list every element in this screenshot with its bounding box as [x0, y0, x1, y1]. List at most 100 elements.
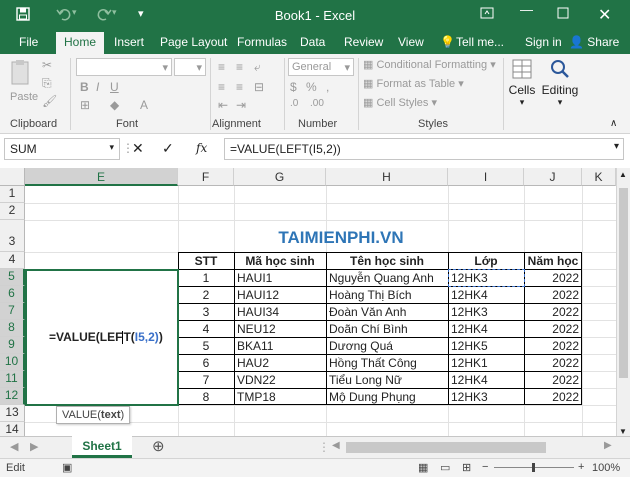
row-header-12[interactable]: 12 [0, 388, 25, 405]
collapse-ribbon-icon[interactable]: ∧ [610, 118, 617, 129]
table-cell[interactable]: 12HK5 [448, 339, 524, 353]
splitter-icon[interactable]: ⋮ [318, 440, 330, 454]
enter-icon[interactable]: ✓ [162, 140, 174, 157]
scroll-left-icon[interactable]: ◀ [10, 440, 18, 453]
row-header-3[interactable]: 3 [0, 220, 25, 252]
decrease-decimal-icon[interactable]: .00 [310, 98, 324, 109]
table-cell[interactable]: 2022 [524, 271, 582, 285]
bold-icon[interactable]: B [80, 80, 89, 94]
table-cell[interactable]: 12HK4 [448, 322, 524, 336]
percent-icon[interactable]: % [306, 80, 317, 94]
table-cell[interactable]: Nguyễn Quang Anh [326, 271, 448, 285]
table-cell[interactable]: 2022 [524, 305, 582, 319]
table-cell[interactable]: 12HK4 [448, 288, 524, 302]
col-header-h[interactable]: H [326, 168, 448, 186]
row-header-11[interactable]: 11 [0, 371, 25, 388]
row-header-6[interactable]: 6 [0, 286, 25, 303]
cell-editing-formula[interactable]: =VALUE(LEFT(I5,2)) [49, 330, 163, 345]
underline-icon[interactable]: U [110, 80, 119, 94]
tab-review[interactable]: Review [344, 35, 383, 49]
cancel-icon[interactable]: ✕ [132, 140, 144, 157]
hscroll-right-icon[interactable]: ▶ [604, 440, 612, 451]
horizontal-scroll-thumb[interactable] [346, 442, 546, 453]
col-header-i[interactable]: I [448, 168, 524, 186]
formula-input[interactable]: =VALUE(LEFT(I5,2)) ▾ [224, 138, 624, 160]
insert-function-icon[interactable]: fx [196, 141, 207, 155]
font-name-dropdown[interactable]: ▾ [76, 58, 172, 76]
table-cell[interactable]: 7 [178, 373, 234, 387]
table-cell[interactable]: NEU12 [234, 322, 326, 336]
table-cell[interactable]: Tiểu Long Nữ [326, 373, 448, 387]
table-cell[interactable]: Đoàn Văn Anh [326, 305, 448, 319]
borders-icon[interactable]: ⊞ [80, 98, 90, 112]
name-box[interactable]: SUM ▾ [4, 138, 120, 160]
align-top-icon[interactable]: ≡ [218, 60, 225, 74]
comma-icon[interactable]: , [326, 80, 329, 94]
row-header-4[interactable]: 4 [0, 252, 25, 269]
table-cell[interactable]: Doãn Chí Bình [326, 322, 448, 336]
tab-formulas[interactable]: Formulas [237, 35, 287, 49]
col-header-k[interactable]: K [582, 168, 616, 186]
table-cell[interactable]: 12HK1 [448, 356, 524, 370]
row-header-9[interactable]: 9 [0, 337, 25, 354]
col-header-e[interactable]: E [25, 168, 178, 186]
page-break-view-icon[interactable]: ⊞ [462, 461, 471, 474]
row-header-5[interactable]: 5 [0, 269, 25, 286]
zoom-slider-thumb[interactable] [532, 463, 535, 472]
indent-icon[interactable]: ⇤ [218, 98, 228, 112]
hscroll-left-icon[interactable]: ◀ [332, 440, 340, 451]
table-cell[interactable]: 3 [178, 305, 234, 319]
table-cell[interactable]: HAUI34 [234, 305, 326, 319]
table-cell[interactable]: 5 [178, 339, 234, 353]
table-cell[interactable]: 12HK4 [448, 373, 524, 387]
macro-recording-icon[interactable]: ▣ [62, 461, 72, 474]
table-cell[interactable]: 2022 [524, 339, 582, 353]
tab-file[interactable]: File [19, 35, 38, 49]
table-cell[interactable]: 6 [178, 356, 234, 370]
minimize-icon[interactable]: — [520, 2, 533, 17]
cell-styles-button[interactable]: ▦ Cell Styles ▾ [363, 96, 437, 109]
active-cell-range[interactable]: =VALUE(LEFT(I5,2)) [25, 269, 179, 406]
table-cell[interactable]: 2022 [524, 288, 582, 302]
row-header-2[interactable]: 2 [0, 203, 25, 220]
table-cell[interactable]: 2022 [524, 373, 582, 387]
table-cell[interactable]: 4 [178, 322, 234, 336]
merge-icon[interactable]: ⊟ [254, 80, 264, 94]
vertical-scrollbar[interactable]: ▲ ▼ [616, 168, 630, 438]
normal-view-icon[interactable]: ▦ [418, 461, 428, 474]
row-header-7[interactable]: 7 [0, 303, 25, 320]
font-size-dropdown[interactable]: ▾ [174, 58, 206, 76]
sheet-tab-sheet1[interactable]: Sheet1 [72, 436, 132, 458]
close-icon[interactable]: ✕ [598, 5, 611, 25]
table-cell[interactable]: Hoàng Thị Bích [326, 288, 448, 302]
table-cell[interactable]: Dương Quá [326, 339, 448, 353]
function-tooltip[interactable]: VALUE(text) [56, 406, 131, 424]
tell-me-search[interactable]: Tell me... [456, 35, 504, 49]
scroll-thumb[interactable] [619, 188, 628, 378]
zoom-in-icon[interactable]: + [578, 461, 584, 473]
number-format-dropdown[interactable]: General ▾ [288, 58, 354, 76]
align-middle-icon[interactable]: ≡ [236, 60, 243, 74]
table-cell[interactable]: HAUI1 [234, 271, 326, 285]
select-all-corner[interactable] [0, 168, 25, 186]
zoom-out-icon[interactable]: − [482, 461, 488, 473]
sheet-title-cell[interactable]: TAIMIENPHI.VN [234, 228, 448, 248]
scroll-up-icon[interactable]: ▲ [619, 170, 627, 179]
table-cell[interactable]: Hồng Thất Công [326, 356, 448, 370]
scroll-right-icon[interactable]: ▶ [30, 440, 38, 453]
copy-icon[interactable]: ⎘ [42, 76, 52, 91]
row-header-10[interactable]: 10 [0, 354, 25, 371]
table-cell[interactable]: 1 [178, 271, 234, 285]
col-header-j[interactable]: J [524, 168, 582, 186]
table-cell[interactable]: TMP18 [234, 390, 326, 404]
increase-decimal-icon[interactable]: .0 [290, 98, 298, 109]
zoom-level[interactable]: 100% [592, 462, 620, 474]
tab-home[interactable]: Home [56, 32, 105, 54]
table-header-cell[interactable]: Lớp [448, 254, 524, 268]
cells-button[interactable]: Cells ▾ [508, 58, 536, 108]
row-header-8[interactable]: 8 [0, 320, 25, 337]
paste-button[interactable]: Paste [10, 58, 38, 103]
format-as-table-button[interactable]: ▦ Format as Table ▾ [363, 77, 464, 90]
editing-button[interactable]: Editing ▾ [540, 58, 580, 108]
currency-icon[interactable]: $ [290, 80, 297, 94]
